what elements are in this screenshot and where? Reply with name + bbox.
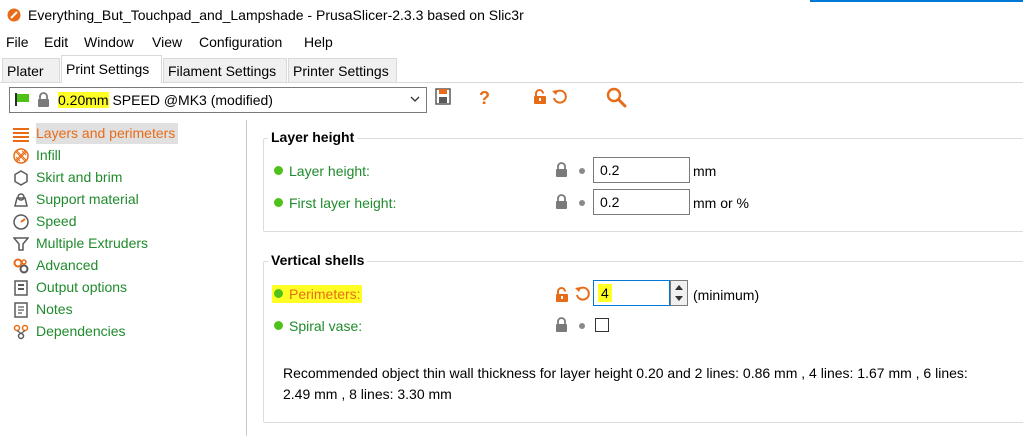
- tab-printer-settings[interactable]: Printer Settings: [288, 58, 397, 82]
- extruder-icon: [13, 237, 29, 251]
- sidebar-item-label: Infill: [36, 147, 61, 163]
- sidebar-item-label: Output options: [36, 279, 128, 295]
- perimeters-value: 4: [598, 284, 612, 302]
- preset-combobox[interactable]: 0.20mm SPEED @MK3 (modified): [9, 87, 427, 113]
- spiral-vase-checkbox[interactable]: [595, 318, 609, 332]
- unlock-icon[interactable]: [555, 287, 569, 303]
- layer-height-label: Layer height:: [274, 163, 370, 179]
- spin-up-icon[interactable]: [674, 284, 684, 291]
- speed-icon: [13, 214, 29, 230]
- dependencies-icon: [13, 324, 29, 340]
- status-dot: [274, 198, 283, 207]
- layers-icon: [13, 128, 29, 142]
- thin-wall-note-line1: Recommended object thin wall thickness f…: [283, 365, 968, 381]
- sidebar-item-label: Advanced: [36, 257, 99, 273]
- status-dot: [274, 166, 283, 175]
- sidebar-item-label: Multiple Extruders: [36, 235, 149, 251]
- perimeters-label-text: Perimeters:: [289, 286, 361, 302]
- lock-icon[interactable]: [555, 194, 568, 210]
- layer-height-input[interactable]: 0.2: [593, 157, 690, 183]
- first-layer-height-label: First layer height:: [274, 195, 396, 211]
- spin-down-icon[interactable]: [674, 295, 684, 302]
- menu-window[interactable]: Window: [84, 34, 134, 50]
- save-preset-icon[interactable]: [435, 88, 451, 106]
- chevron-down-icon: [410, 96, 420, 102]
- lock-icon: [38, 92, 49, 107]
- sidebar-item-label: Support material: [36, 191, 139, 207]
- advanced-icon: [13, 258, 29, 274]
- flag-icon: [15, 93, 29, 106]
- spiral-vase-label: Spiral vase:: [274, 318, 362, 334]
- window-accent-line: [810, 0, 1023, 2]
- menu-file[interactable]: File: [6, 34, 29, 50]
- perimeters-label-highlight: Perimeters:: [272, 285, 362, 303]
- layer-height-group-title: Layer height: [268, 129, 358, 145]
- unlock-icon[interactable]: [533, 89, 547, 105]
- preset-bar: 0.20mm SPEED @MK3 (modified): [0, 82, 1023, 120]
- preset-layer-height: 0.20mm: [58, 92, 109, 108]
- thin-wall-note-line2: 2.49 mm , 8 lines: 3.30 mm: [283, 386, 452, 402]
- perimeters-spin-buttons: [670, 280, 688, 306]
- menu-bar: File Edit Window View Configuration Help: [0, 31, 1023, 53]
- undo-icon[interactable]: [551, 89, 567, 105]
- settings-sidebar: Layers and perimeters Infill Skirt and b…: [7, 120, 247, 436]
- layer-height-group: [263, 138, 1023, 232]
- search-icon[interactable]: [606, 87, 628, 109]
- perimeters-spin-input[interactable]: 4: [593, 280, 670, 306]
- tab-filament-settings[interactable]: Filament Settings: [163, 58, 287, 82]
- notes-icon: [14, 302, 28, 318]
- first-layer-height-input[interactable]: 0.2: [593, 189, 690, 215]
- status-dot: [274, 321, 283, 330]
- vertical-shells-group-title: Vertical shells: [268, 252, 368, 268]
- lock-icon[interactable]: [555, 317, 568, 333]
- menu-help[interactable]: Help: [304, 34, 333, 50]
- skirt-icon: [14, 170, 28, 186]
- lock-icon[interactable]: [555, 162, 568, 178]
- system-value-bullet[interactable]: [579, 323, 585, 329]
- tab-plater[interactable]: Plater: [2, 58, 60, 82]
- tab-bar: Plater Print Settings Filament Settings …: [0, 54, 1023, 83]
- sidebar-item-label: Layers and perimeters: [36, 123, 179, 144]
- system-value-bullet[interactable]: [579, 168, 585, 174]
- spiral-vase-label-text: Spiral vase:: [289, 318, 363, 334]
- preset-name: 0.20mm SPEED @MK3 (modified): [58, 92, 273, 108]
- perimeters-unit: (minimum): [693, 287, 760, 303]
- perimeters-label: Perimeters:: [272, 285, 362, 303]
- title-bar: Everything_But_Touchpad_and_Lampshade - …: [0, 0, 1023, 30]
- prusaslicer-logo-icon: [7, 8, 21, 22]
- output-icon: [14, 280, 28, 296]
- first-layer-height-unit: mm or %: [693, 195, 749, 211]
- menu-view[interactable]: View: [152, 34, 182, 50]
- sidebar-item-label: Notes: [36, 301, 73, 317]
- sidebar-item-label: Dependencies: [36, 323, 126, 339]
- system-value-bullet[interactable]: [579, 200, 585, 206]
- infill-icon: [13, 148, 29, 164]
- window-title: Everything_But_Touchpad_and_Lampshade - …: [28, 7, 524, 23]
- svg-text:?: ?: [479, 88, 490, 108]
- tab-print-settings[interactable]: Print Settings: [61, 55, 162, 83]
- layer-height-unit: mm: [693, 163, 717, 179]
- status-dot: [274, 289, 283, 298]
- sidebar-item-label: Speed: [36, 213, 77, 229]
- menu-edit[interactable]: Edit: [44, 34, 68, 50]
- sidebar-item-label: Skirt and brim: [36, 169, 123, 185]
- support-icon: [14, 193, 28, 207]
- question-icon[interactable]: ?: [477, 88, 491, 108]
- undo-icon[interactable]: [574, 286, 590, 302]
- first-layer-height-label-text: First layer height:: [289, 195, 397, 211]
- layer-height-label-text: Layer height:: [289, 163, 370, 179]
- menu-configuration[interactable]: Configuration: [199, 34, 282, 50]
- preset-name-rest: SPEED @MK3 (modified): [108, 92, 273, 108]
